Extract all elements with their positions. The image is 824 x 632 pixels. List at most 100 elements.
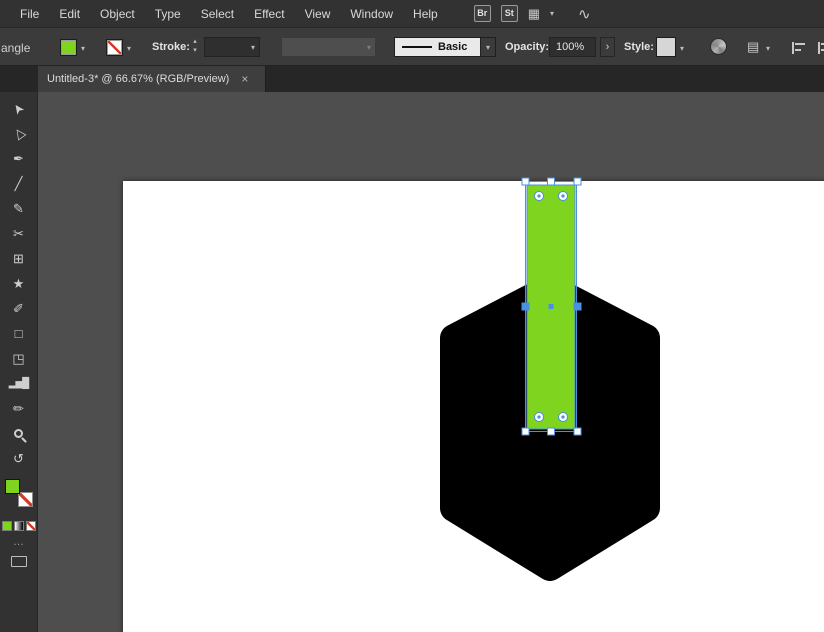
none-button[interactable] (26, 521, 36, 531)
selection-handle[interactable] (574, 428, 581, 435)
toolbar-options-icon[interactable]: … (13, 537, 24, 547)
column-graph-tool-icon: ▂▅█ (9, 378, 28, 389)
stock-icon[interactable]: St (501, 5, 518, 22)
star-tool-icon: ★ (13, 276, 25, 292)
center-point[interactable] (549, 304, 554, 309)
pencil-tool[interactable]: ✏ (2, 396, 36, 421)
pencil-tool-icon: ✏ (13, 401, 24, 417)
menu-item-select[interactable]: Select (191, 0, 244, 28)
document-setup-dropdown-icon[interactable]: ▾ (766, 44, 770, 53)
menu-item-help[interactable]: Help (403, 0, 448, 28)
gesture-icon[interactable]: ∿ (578, 5, 591, 23)
tools-panel: ➤ ▷ ✒ ╱ ✎ ✂ ⊞ ★ ✐ □ ◳ ▂▅█ ✏ ↺ … (0, 92, 38, 632)
width-profile-select[interactable]: ▾ (281, 37, 376, 57)
stepper-down-icon[interactable]: ▾ (193, 46, 197, 55)
color-button[interactable] (2, 521, 12, 531)
menu-bar: File Edit Object Type Select Effect View… (0, 0, 824, 28)
scissors-tool-icon: ✂ (13, 226, 24, 242)
shaper-tool-icon: ✐ (13, 301, 24, 317)
corner-widget[interactable] (535, 413, 544, 422)
selection-handle[interactable] (522, 428, 529, 435)
paintbrush-tool[interactable]: ✎ (2, 196, 36, 221)
zoom-tool[interactable] (2, 421, 36, 446)
document-tab-title: Untitled-3* @ 66.67% (RGB/Preview) (47, 73, 229, 85)
stroke-weight-select[interactable]: ▾ (204, 37, 260, 57)
document-setup-icon[interactable]: ▤ (747, 39, 759, 55)
selection-tool-icon: ➤ (9, 99, 28, 117)
scissors-tool[interactable]: ✂ (2, 221, 36, 246)
selection-handle[interactable] (548, 428, 555, 435)
workspace-switcher-icon[interactable]: ▦ (528, 6, 540, 22)
stroke-color-swatch[interactable] (106, 39, 123, 56)
opacity-input[interactable]: 100% (549, 37, 596, 57)
brush-definition-select[interactable]: Basic ▾ (394, 37, 496, 57)
menu-item-edit[interactable]: Edit (49, 0, 90, 28)
menu-item-object[interactable]: Object (90, 0, 145, 28)
menu-item-file[interactable]: File (10, 0, 49, 28)
direct-selection-tool[interactable]: ▷ (2, 121, 36, 146)
line-tool-icon: ╱ (15, 176, 23, 192)
document-tab[interactable]: Untitled-3* @ 66.67% (RGB/Preview) × (38, 66, 266, 92)
brush-stroke-preview (402, 46, 432, 48)
rotate-view-tool-icon: ↺ (13, 451, 24, 467)
align-horizontal-left-icon[interactable] (792, 42, 806, 54)
brush-name: Basic (438, 41, 467, 53)
menu-item-effect[interactable]: Effect (244, 0, 294, 28)
artboard-tool-icon: ⊞ (13, 251, 24, 267)
corner-widget[interactable] (559, 192, 568, 201)
corner-widget[interactable] (559, 413, 568, 422)
canvas[interactable] (38, 92, 824, 632)
pen-tool-icon: ✒ (13, 151, 24, 167)
color-wheel-icon[interactable] (710, 38, 727, 55)
style-label[interactable]: Style: (624, 41, 654, 53)
stroke-label[interactable]: Stroke: (152, 41, 190, 53)
workspace-dropdown-icon[interactable]: ▾ (550, 9, 554, 18)
selection-tool[interactable]: ➤ (2, 96, 36, 121)
shaper-tool[interactable]: ✐ (2, 296, 36, 321)
column-graph-tool[interactable]: ▂▅█ (2, 371, 36, 396)
rectangle-tool[interactable]: □ (2, 321, 36, 346)
stroke-none-box[interactable] (18, 492, 33, 507)
selection-handle[interactable] (574, 303, 581, 310)
artwork-layer (38, 92, 824, 632)
pen-tool[interactable]: ✒ (2, 146, 36, 171)
opacity-label[interactable]: Opacity: (505, 41, 549, 53)
control-bar: angle ▾ ▾ Stroke: ▴ ▾ ▾ ▾ Basic ▾ Opacit… (0, 28, 824, 66)
corner-widget[interactable] (535, 192, 544, 201)
selection-handle[interactable] (522, 303, 529, 310)
artboard-tool[interactable]: ⊞ (2, 246, 36, 271)
fill-color-box[interactable] (5, 479, 20, 494)
line-segment-tool[interactable]: ╱ (2, 171, 36, 196)
rotate-view-tool[interactable]: ↺ (2, 446, 36, 471)
stroke-weight-dropdown-icon[interactable]: ▾ (251, 43, 255, 52)
screen-mode-icon[interactable] (11, 556, 27, 567)
brush-dropdown-button[interactable]: ▾ (480, 38, 495, 56)
stepper-up-icon[interactable]: ▴ (193, 37, 197, 46)
fill-color-swatch[interactable] (60, 39, 77, 56)
gradient-button[interactable] (14, 521, 24, 531)
width-profile-dropdown-icon[interactable]: ▾ (367, 43, 371, 52)
fill-stroke-indicator (5, 479, 33, 507)
menu-item-type[interactable]: Type (145, 0, 191, 28)
align-horizontal-center-icon[interactable] (818, 42, 824, 54)
fill-dropdown-icon[interactable]: ▾ (81, 44, 85, 53)
style-dropdown-icon[interactable]: ▾ (680, 44, 684, 53)
bridge-icon[interactable]: Br (474, 5, 491, 22)
rectangle-tool-icon: □ (15, 326, 23, 341)
tab-close-icon[interactable]: × (241, 72, 248, 86)
zoom-tool-icon (14, 429, 23, 438)
selection-handle[interactable] (522, 178, 529, 185)
menu-item-window[interactable]: Window (340, 0, 403, 28)
color-mode-buttons (2, 521, 36, 531)
graphic-style-swatch[interactable] (656, 37, 676, 57)
star-tool[interactable]: ★ (2, 271, 36, 296)
selection-handle[interactable] (574, 178, 581, 185)
menu-item-view[interactable]: View (295, 0, 341, 28)
selection-handle[interactable] (548, 178, 555, 185)
stroke-dropdown-icon[interactable]: ▾ (127, 44, 131, 53)
stroke-weight-stepper: ▴ ▾ (189, 37, 201, 57)
opacity-expander-icon[interactable]: › (600, 37, 615, 57)
menu-icon-cluster: Br St ▦ ▾ ∿ (474, 5, 591, 23)
free-transform-tool[interactable]: ◳ (2, 346, 36, 371)
document-tab-bar: Untitled-3* @ 66.67% (RGB/Preview) × (0, 66, 824, 92)
